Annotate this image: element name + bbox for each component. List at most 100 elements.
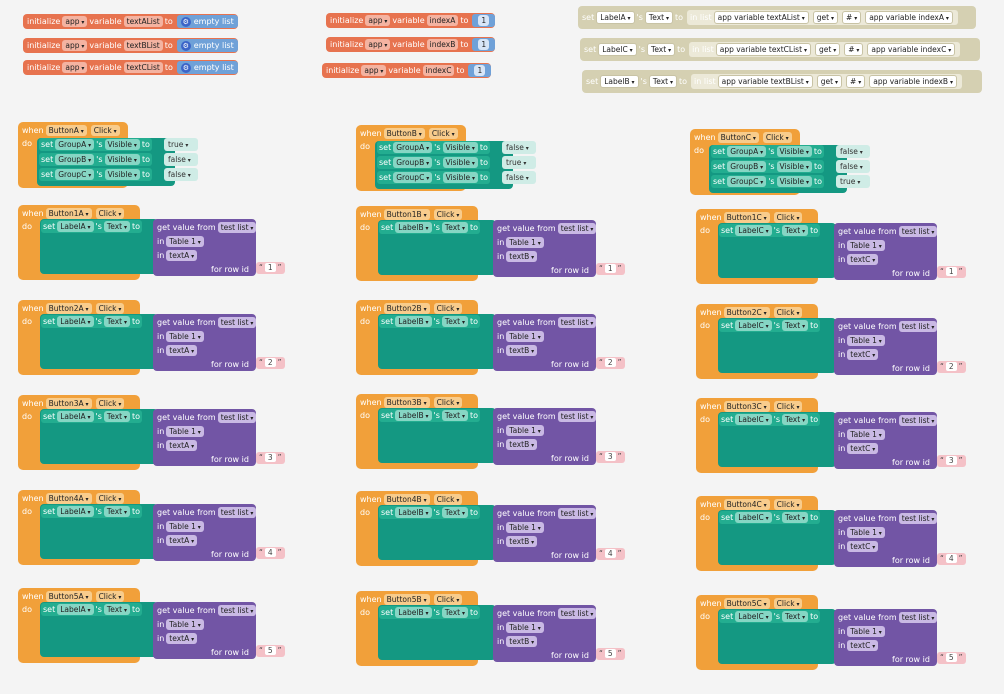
get-value-block[interactable]: get value fromtest listinTable 1intextAf…: [153, 219, 257, 276]
button-dropdown[interactable]: Button4B: [383, 494, 430, 505]
event-dropdown[interactable]: Click: [433, 209, 463, 220]
text-string-block[interactable]: “2”: [256, 357, 285, 369]
button-dropdown[interactable]: Button4A: [45, 493, 92, 504]
get-dropdown[interactable]: get: [816, 75, 843, 88]
set-text-block[interactable]: setLabelA'sTextto: [41, 315, 143, 328]
list-variable-dropdown[interactable]: app variable textAList: [713, 11, 809, 24]
variable-name-field[interactable]: textBList: [123, 40, 163, 51]
row-number-field[interactable]: 5: [945, 653, 957, 662]
initialize-global-block[interactable]: initializeappvariabletextCListto⚙empty l…: [23, 60, 238, 75]
field-dropdown[interactable]: textB: [506, 439, 538, 450]
source-dropdown[interactable]: test list: [217, 317, 257, 328]
variable-name-field[interactable]: textAList: [123, 16, 163, 27]
text-string-block[interactable]: “5”: [596, 648, 625, 660]
table-dropdown[interactable]: Table 1: [506, 622, 544, 633]
get-value-block[interactable]: get value fromtest listinTable 1intextAf…: [153, 504, 257, 561]
component-dropdown[interactable]: LabelA: [57, 221, 94, 232]
set-text-block[interactable]: setLabelB'sTextto: [379, 315, 481, 328]
source-dropdown[interactable]: test list: [557, 223, 597, 234]
get-value-block[interactable]: get value fromtest listinTable 1intextCf…: [834, 318, 938, 375]
field-dropdown[interactable]: textA: [166, 535, 198, 546]
index-variable-dropdown[interactable]: app variable indexC: [867, 43, 956, 56]
source-dropdown[interactable]: test list: [898, 415, 938, 426]
event-dropdown[interactable]: Click: [773, 499, 803, 510]
initialize-global-block[interactable]: initializeappvariabletextAListto⚙empty l…: [23, 14, 238, 29]
event-dropdown[interactable]: Click: [95, 303, 125, 314]
component-dropdown[interactable]: GroupB: [393, 157, 433, 168]
table-dropdown[interactable]: Table 1: [166, 619, 204, 630]
button-dropdown[interactable]: Button2C: [723, 307, 770, 318]
set-text-block[interactable]: setLabelA'sTextto: [41, 220, 143, 233]
button-dropdown[interactable]: Button1B: [383, 209, 430, 220]
field-dropdown[interactable]: textC: [847, 349, 879, 360]
text-string-block[interactable]: “1”: [937, 266, 966, 278]
property-dropdown[interactable]: Text: [782, 414, 809, 425]
scope-dropdown[interactable]: app: [365, 39, 391, 50]
component-dropdown[interactable]: LabelC: [735, 611, 772, 622]
property-dropdown[interactable]: Text: [441, 607, 469, 618]
event-dropdown[interactable]: Click: [773, 598, 803, 609]
source-dropdown[interactable]: test list: [557, 317, 597, 328]
component-dropdown[interactable]: GroupA: [727, 146, 767, 157]
source-dropdown[interactable]: test list: [898, 226, 938, 237]
component-dropdown[interactable]: LabelB: [395, 507, 432, 518]
set-text-block[interactable]: setLabelA'sTextto: [41, 410, 143, 423]
component-dropdown[interactable]: GroupB: [727, 161, 767, 172]
text-string-block[interactable]: “2”: [937, 361, 966, 373]
property-dropdown[interactable]: Text: [441, 507, 469, 518]
component-dropdown[interactable]: LabelB: [395, 607, 432, 618]
component-dropdown[interactable]: GroupC: [393, 172, 433, 183]
set-visible-block[interactable]: setGroupA'sVisibleto: [377, 141, 490, 154]
event-dropdown[interactable]: Click: [95, 398, 125, 409]
component-dropdown[interactable]: LabelB: [395, 222, 432, 233]
gear-icon[interactable]: ⚙: [180, 62, 191, 73]
button-dropdown[interactable]: Button3A: [45, 398, 92, 409]
property-dropdown[interactable]: Text: [782, 225, 809, 236]
initialize-index-block[interactable]: initializeappvariableindexAto 1: [326, 13, 496, 28]
select-list-item-block[interactable]: in listapp variable textCListget#app var…: [689, 42, 961, 57]
button-dropdown[interactable]: ButtonC: [717, 132, 759, 143]
property-dropdown[interactable]: Text: [782, 611, 809, 622]
property-dropdown[interactable]: Text: [647, 43, 676, 56]
table-dropdown[interactable]: Table 1: [506, 331, 544, 342]
property-dropdown[interactable]: Text: [441, 410, 469, 421]
property-dropdown[interactable]: Visible: [442, 157, 478, 168]
component-dropdown[interactable]: GroupB: [55, 154, 95, 165]
text-string-block[interactable]: “4”: [596, 548, 625, 560]
table-dropdown[interactable]: Table 1: [166, 331, 204, 342]
component-dropdown[interactable]: LabelA: [57, 316, 94, 327]
row-number-field[interactable]: 4: [604, 549, 616, 558]
event-dropdown[interactable]: Click: [433, 494, 463, 505]
set-text-block[interactable]: setLabelB'sTextto: [379, 506, 481, 519]
property-dropdown[interactable]: Visible: [776, 176, 813, 187]
get-value-block[interactable]: get value fromtest listinTable 1intextCf…: [834, 223, 938, 280]
component-dropdown[interactable]: LabelC: [735, 414, 772, 425]
table-dropdown[interactable]: Table 1: [166, 426, 204, 437]
event-dropdown[interactable]: Click: [95, 591, 125, 602]
button-dropdown[interactable]: Button2A: [45, 303, 92, 314]
index-type-dropdown[interactable]: #: [846, 75, 866, 88]
source-dropdown[interactable]: test list: [557, 508, 597, 519]
field-dropdown[interactable]: textA: [166, 633, 198, 644]
set-text-block[interactable]: setLabelC'sTextto: [719, 511, 821, 524]
select-list-item-block[interactable]: in listapp variable textAListget#app var…: [687, 10, 958, 25]
row-number-field[interactable]: 5: [264, 646, 276, 655]
text-string-block[interactable]: “3”: [256, 452, 285, 464]
text-string-block[interactable]: “2”: [596, 357, 625, 369]
table-dropdown[interactable]: Table 1: [847, 429, 885, 440]
event-dropdown[interactable]: Click: [95, 208, 125, 219]
list-variable-dropdown[interactable]: app variable textCList: [715, 43, 811, 56]
empty-list-block[interactable]: ⚙ empty list: [176, 15, 238, 28]
field-dropdown[interactable]: textA: [166, 440, 198, 451]
set-label-text-list-block[interactable]: setLabelB'sTexttoin listapp variable tex…: [582, 70, 982, 93]
event-dropdown[interactable]: Click: [773, 401, 803, 412]
component-dropdown[interactable]: LabelA: [596, 11, 635, 24]
component-dropdown[interactable]: LabelC: [598, 43, 637, 56]
field-dropdown[interactable]: textB: [506, 536, 538, 547]
event-dropdown[interactable]: Click: [428, 128, 458, 139]
field-dropdown[interactable]: textB: [506, 636, 538, 647]
row-number-field[interactable]: 1: [264, 263, 276, 272]
set-visible-block[interactable]: setGroupA'sVisibleto: [39, 138, 152, 151]
row-number-field[interactable]: 2: [604, 358, 616, 367]
property-dropdown[interactable]: Text: [782, 320, 809, 331]
